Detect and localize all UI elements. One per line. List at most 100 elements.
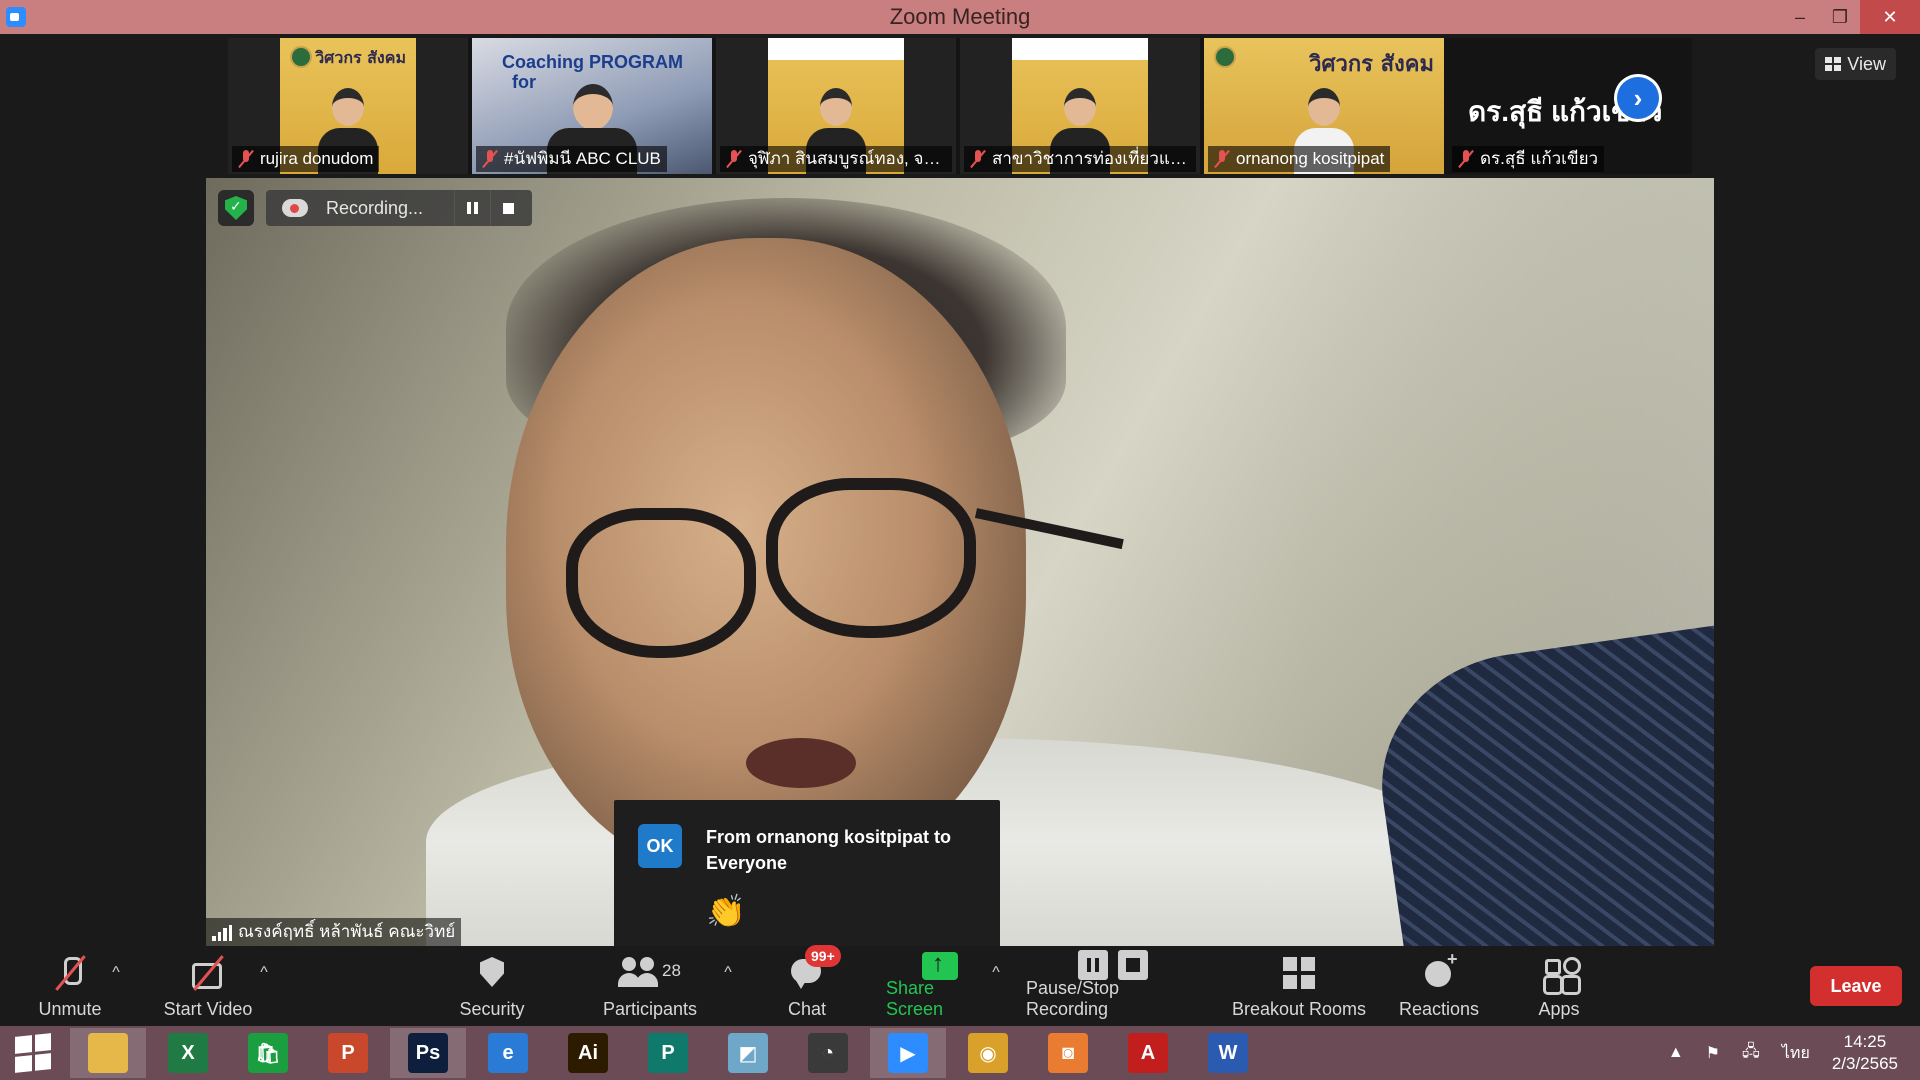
- participant-name: สาขาวิชาการท่องเที่ยวและก...: [964, 146, 1196, 172]
- participant-name: จุฬิภา สินสมบูรณ์ทอง, จจก.: [720, 146, 952, 172]
- mic-muted-icon: [50, 953, 90, 993]
- pause-stop-recording-button[interactable]: Pause/Stop Recording: [1026, 946, 1206, 1026]
- title-bar: Zoom Meeting – ❐ ✕: [0, 0, 1920, 34]
- chat-icon: 99+: [787, 945, 841, 993]
- pause-recording-button[interactable]: [454, 190, 490, 226]
- photos-icon: ◙: [1048, 1033, 1088, 1073]
- restore-button[interactable]: ❐: [1820, 0, 1860, 34]
- taskbar-photoscape[interactable]: ◔: [790, 1028, 866, 1078]
- mic-muted-icon: [970, 150, 986, 168]
- clock-date: 2/3/2565: [1831, 1054, 1898, 1073]
- taskbar-acrobat[interactable]: A: [1110, 1028, 1186, 1078]
- speaker-mouth: [746, 738, 856, 788]
- network-icon[interactable]: 🖧: [1742, 1040, 1760, 1067]
- leave-button[interactable]: Leave: [1810, 966, 1902, 1006]
- poster-text: Coaching PROGRAM: [502, 52, 684, 72]
- notes-icon: ◩: [728, 1033, 768, 1073]
- share-screen-button[interactable]: Share Screen: [886, 946, 994, 1026]
- zoom-app-icon: [6, 7, 26, 27]
- excel-icon: X: [168, 1033, 208, 1073]
- chrome-icon: ◉: [968, 1033, 1008, 1073]
- share-screen-icon: [920, 946, 960, 980]
- participant-tile[interactable]: สาขาวิชาการท่องเที่ยวและก...: [960, 38, 1200, 174]
- unread-badge: 99+: [805, 945, 841, 967]
- taskbar-chrome[interactable]: ◉: [950, 1028, 1026, 1078]
- video-options-caret[interactable]: ^: [254, 964, 274, 984]
- reactions-icon: [1419, 949, 1459, 993]
- taskbar-photos[interactable]: ◙: [1030, 1028, 1106, 1078]
- audio-options-caret[interactable]: ^: [106, 964, 126, 984]
- apps-button[interactable]: Apps: [1534, 946, 1584, 1026]
- acrobat-icon: A: [1128, 1033, 1168, 1073]
- chat-notification[interactable]: OK From ornanong kositpipat to Everyone …: [614, 800, 1000, 968]
- start-video-button[interactable]: Start Video: [156, 946, 260, 1026]
- view-button[interactable]: View: [1815, 48, 1896, 80]
- university-emblem-icon: [290, 46, 312, 68]
- participant-name: rujira donudom: [232, 146, 380, 172]
- next-page-button[interactable]: ›: [1614, 74, 1662, 122]
- university-emblem-icon: [1214, 46, 1236, 68]
- taskbar-internet-explorer[interactable]: e: [470, 1028, 546, 1078]
- pause-stop-icon: [1078, 946, 1154, 980]
- participant-strip: วิศวกร สังคม rujira donudom Coaching PRO…: [228, 38, 1692, 174]
- encryption-badge[interactable]: [218, 190, 254, 226]
- taskbar-illustrator[interactable]: Ai: [550, 1028, 626, 1078]
- action-center-flag-icon[interactable]: ⚑: [1706, 1043, 1720, 1063]
- recording-label: Recording...: [326, 197, 424, 218]
- cloud-record-icon: [282, 199, 308, 217]
- reactions-button[interactable]: Reactions: [1398, 946, 1480, 1026]
- input-language[interactable]: ไทย: [1782, 1041, 1810, 1066]
- chat-button[interactable]: 99+ Chat: [782, 945, 841, 1026]
- close-button[interactable]: ✕: [1860, 0, 1920, 34]
- chat-sender: From ornanong kositpipat to Everyone: [706, 827, 951, 873]
- start-button[interactable]: [0, 1028, 66, 1078]
- powerpoint-icon: P: [328, 1033, 368, 1073]
- apps-icon: [1539, 953, 1581, 993]
- participant-tile[interactable]: Coaching PROGRAM for #นัฟพิมนี ABC CLUB: [472, 38, 712, 174]
- stop-recording-button[interactable]: [490, 190, 526, 226]
- taskbar-powerpoint[interactable]: P: [310, 1028, 386, 1078]
- active-speaker-name: ณรงค์ฤทธิ์ หล้าพันธ์ คณะวิทย์: [206, 918, 462, 946]
- participants-icon: [618, 953, 660, 993]
- mic-muted-icon: [238, 150, 254, 168]
- chevron-right-icon: ›: [1617, 77, 1659, 119]
- shield-check-icon: [225, 196, 247, 220]
- shield-icon: [472, 953, 512, 993]
- photoscape-icon: ◔: [808, 1033, 848, 1073]
- taskbar-publisher[interactable]: P: [630, 1028, 706, 1078]
- taskbar-photoshop[interactable]: Ps: [390, 1028, 466, 1078]
- clock[interactable]: 14:25 2/3/2565: [1832, 1031, 1898, 1075]
- share-options-caret[interactable]: ^: [986, 964, 1006, 984]
- participants-button[interactable]: 28 Participants: [598, 946, 702, 1026]
- show-hidden-icons-button[interactable]: ▲: [1668, 1044, 1684, 1062]
- connection-signal-icon: [212, 925, 232, 941]
- taskbar-word[interactable]: W: [1190, 1028, 1266, 1078]
- sender-avatar: OK: [638, 824, 682, 868]
- taskbar-zoom[interactable]: ▶: [870, 1028, 946, 1078]
- video-off-icon: [188, 953, 228, 993]
- window-controls: – ❐ ✕: [1780, 0, 1920, 34]
- window-title: Zoom Meeting: [889, 4, 1031, 29]
- store-icon: 🛍: [248, 1033, 288, 1073]
- file-explorer-icon: [88, 1033, 128, 1073]
- participant-tile[interactable]: วิศวกร สังคม rujira donudom: [228, 38, 468, 174]
- taskbar-store[interactable]: 🛍: [230, 1028, 306, 1078]
- unmute-button[interactable]: Unmute: [28, 946, 112, 1026]
- taskbar-notes[interactable]: ◩: [710, 1028, 786, 1078]
- participants-options-caret[interactable]: ^: [718, 964, 738, 984]
- recording-indicator: Recording...: [266, 190, 532, 226]
- participant-tile[interactable]: วิศวกร สังคม ornanong kositpipat: [1204, 38, 1444, 174]
- mic-muted-icon: [726, 150, 742, 168]
- mic-muted-icon: [1458, 150, 1474, 168]
- system-tray: ▲ ⚑ 🖧 ไทย 14:25 2/3/2565: [1668, 1026, 1920, 1080]
- illustrator-icon: Ai: [568, 1033, 608, 1073]
- breakout-rooms-button[interactable]: Breakout Rooms: [1230, 946, 1368, 1026]
- taskbar-excel[interactable]: X: [150, 1028, 226, 1078]
- meeting-toolbar: Unmute ^ Start Video ^ Security 28 Parti…: [0, 945, 1920, 1026]
- security-button[interactable]: Security: [452, 946, 532, 1026]
- minimize-button[interactable]: –: [1780, 0, 1820, 34]
- participant-tile[interactable]: จุฬิภา สินสมบูรณ์ทอง, จจก.: [716, 38, 956, 174]
- publisher-icon: P: [648, 1033, 688, 1073]
- taskbar-file-explorer[interactable]: [70, 1028, 146, 1078]
- participants-count: 28: [662, 961, 681, 980]
